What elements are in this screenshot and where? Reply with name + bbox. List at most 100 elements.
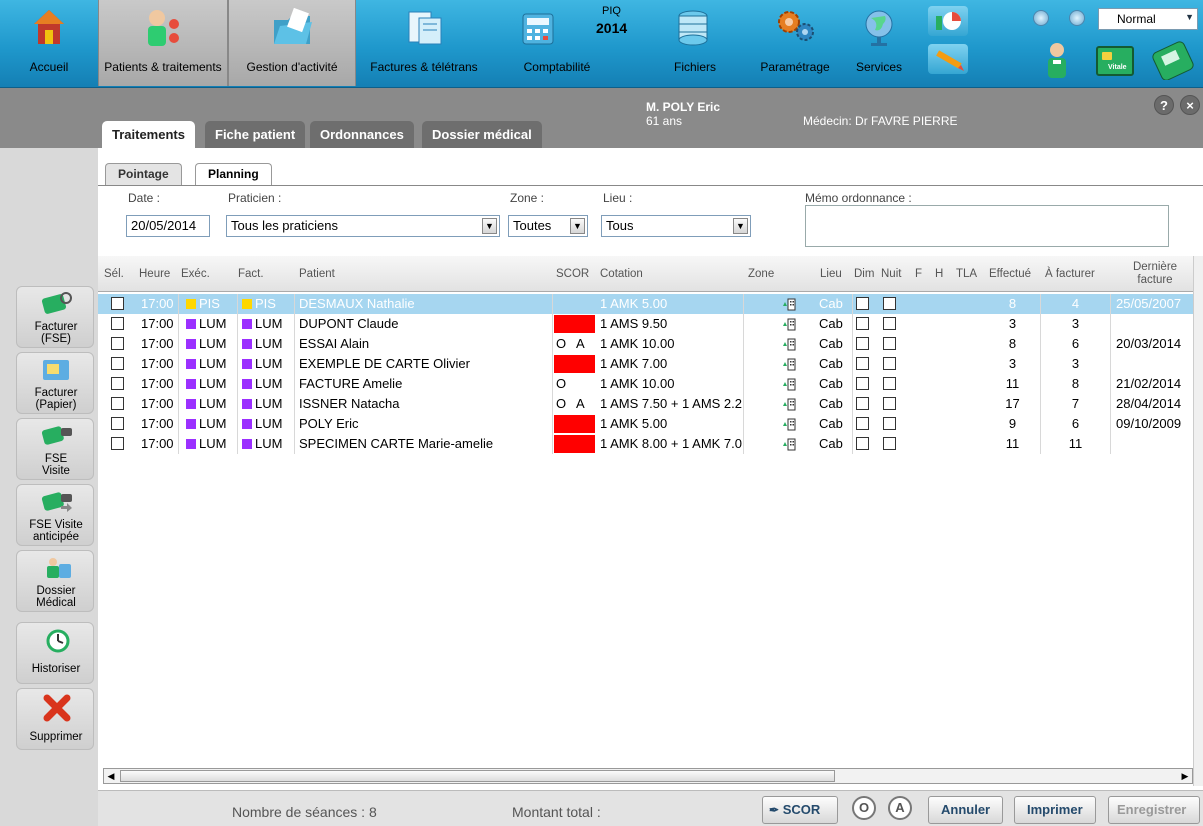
table-row[interactable]: 17:00 LUM LUM DUPONT Claude 1 AMS 9.50 Cab 3 3 [98,314,1193,334]
supprimer-button[interactable]: Supprimer [16,688,94,750]
col-exec[interactable]: Exéc. [181,256,210,292]
imprimer-button[interactable]: Imprimer [1014,796,1096,824]
nuit-checkbox[interactable] [883,317,896,330]
col-f[interactable]: F [915,256,922,292]
select-checkbox[interactable] [111,397,124,410]
col-nuit[interactable]: Nuit [881,256,901,292]
col-effectue[interactable]: Effectué [989,256,1031,292]
table-row[interactable]: 17:00 LUM LUM FACTURE Amelie O 1 AMK 10.00 Cab… [98,374,1193,394]
help-icon[interactable]: ? [1154,95,1174,115]
tab-dossier-medical[interactable]: Dossier médical [422,121,542,148]
scroll-left-icon[interactable]: ◀ [104,769,118,783]
facturer-papier-button[interactable]: Facturer (Papier) [16,352,94,414]
col-scor[interactable]: SCOR [556,256,589,292]
subtab-pointage[interactable]: Pointage [105,163,182,185]
col-zone[interactable]: Zone [748,256,774,292]
toolbar-fichiers[interactable]: Fichiers [640,0,750,86]
toolbar-parametrage[interactable]: Paramétrage [750,0,840,86]
edit-tile-button[interactable] [928,44,968,74]
col-lieu[interactable]: Lieu [820,256,842,292]
exec-color-swatch [186,359,196,369]
dim-checkbox[interactable] [856,377,869,390]
col-h[interactable]: H [935,256,943,292]
dim-checkbox[interactable] [856,337,869,350]
scor-button[interactable]: ✒ SCOR [762,796,838,824]
historiser-button[interactable]: Historiser [16,622,94,684]
toolbar-factures-teletrans[interactable]: Factures & télétrans [356,0,492,86]
col-tla[interactable]: TLA [956,256,977,292]
patient-cell: ISSNER Natacha [295,394,553,414]
select-checkbox[interactable] [111,297,124,310]
table-row[interactable]: 17:00 LUM LUM SPECIMEN CARTE Marie-amelie 1 … [98,434,1193,454]
col-fact[interactable]: Fact. [238,256,264,292]
zone-select[interactable]: Toutes ▼ [508,215,588,237]
scroll-thumb[interactable] [120,770,835,782]
a-button[interactable]: A [888,796,912,820]
vertical-scrollbar[interactable] [1193,256,1203,786]
close-icon[interactable]: × [1180,95,1200,115]
dim-checkbox[interactable] [856,417,869,430]
memo-ordonnance-field[interactable] [805,205,1169,247]
effectue-cell: 3 [985,354,1041,374]
nuit-checkbox[interactable] [883,337,896,350]
select-checkbox[interactable] [111,417,124,430]
select-checkbox[interactable] [111,337,124,350]
col-cotation[interactable]: Cotation [600,256,643,292]
nuit-checkbox[interactable] [883,417,896,430]
dossier-medical-button[interactable]: Dossier Médical [16,550,94,612]
seances-count: Nombre de séances : 8 [232,804,377,820]
tab-fiche-patient[interactable]: Fiche patient [205,121,306,148]
table-row[interactable]: 17:00 LUM LUM ISSNER Natacha O A 1 AMS 7.50 + … [98,394,1193,414]
date-input[interactable]: 20/05/2014 [126,215,210,237]
toolbar-accueil[interactable]: Accueil [0,0,98,86]
lieu-select[interactable]: Tous ▼ [601,215,751,237]
minimize-button[interactable] [1033,10,1049,26]
facturer-fse-button[interactable]: Facturer (FSE) [16,286,94,348]
col-derniere-facture[interactable]: Dernière facture [1120,256,1190,292]
vitale-card-icon[interactable]: Vitale [1096,46,1134,76]
table-row[interactable]: 17:00 LUM LUM EXEMPLE DE CARTE Olivier 1 AMK… [98,354,1193,374]
tab-traitements[interactable]: Traitements [102,121,195,149]
col-a-facturer[interactable]: À facturer [1045,256,1095,292]
dim-checkbox[interactable] [856,357,869,370]
effectue-cell: 11 [985,374,1041,394]
col-heure[interactable]: Heure [139,256,170,292]
tab-ordonnances[interactable]: Ordonnances [310,121,414,148]
fact-code: LUM [255,336,283,351]
charts-tile-button[interactable] [928,6,968,36]
doctor-icon[interactable] [1042,40,1072,80]
dim-checkbox[interactable] [856,317,869,330]
col-sel[interactable]: Sél. [104,256,124,292]
toolbar-services[interactable]: Services [840,0,918,86]
praticien-select[interactable]: Tous les praticiens ▼ [226,215,500,237]
select-checkbox[interactable] [111,437,124,450]
col-dim[interactable]: Dim [854,256,874,292]
dim-checkbox[interactable] [856,397,869,410]
table-row[interactable]: 17:00 LUM LUM POLY Eric 1 AMK 5.00 Cab 9 6 09/10… [98,414,1193,434]
select-checkbox[interactable] [111,317,124,330]
horizontal-scrollbar[interactable]: ◀ ▶ [103,768,1193,784]
toolbar-patients-traitements[interactable]: Patients & traitements [98,0,228,86]
table-row[interactable]: 17:00 LUM LUM ESSAI Alain O A 1 AMK 10.00 Cab 8 6… [98,334,1193,354]
annuler-button[interactable]: Annuler [928,796,1004,824]
nuit-checkbox[interactable] [883,437,896,450]
display-mode-select[interactable]: Normal ▼ [1098,8,1198,30]
col-patient[interactable]: Patient [299,256,335,292]
nuit-checkbox[interactable] [883,397,896,410]
nuit-checkbox[interactable] [883,297,896,310]
nuit-checkbox[interactable] [883,377,896,390]
scroll-right-icon[interactable]: ▶ [1178,769,1192,783]
card-reader-icon[interactable] [1150,40,1196,80]
table-row[interactable]: 17:00 PIS PIS DESMAUX Nathalie 1 AMK 5.00 Cab… [98,294,1193,314]
o-button[interactable]: O [852,796,876,820]
fse-visite-anticipee-button[interactable]: FSE Visite anticipée [16,484,94,546]
select-checkbox[interactable] [111,357,124,370]
dim-checkbox[interactable] [856,437,869,450]
dim-checkbox[interactable] [856,297,869,310]
subtab-planning[interactable]: Planning [195,163,272,186]
nuit-checkbox[interactable] [883,357,896,370]
toolbar-gestion-activite[interactable]: Gestion d'activité [228,0,356,86]
select-checkbox[interactable] [111,377,124,390]
restore-button[interactable] [1069,10,1085,26]
fse-visite-button[interactable]: FSE Visite [16,418,94,480]
